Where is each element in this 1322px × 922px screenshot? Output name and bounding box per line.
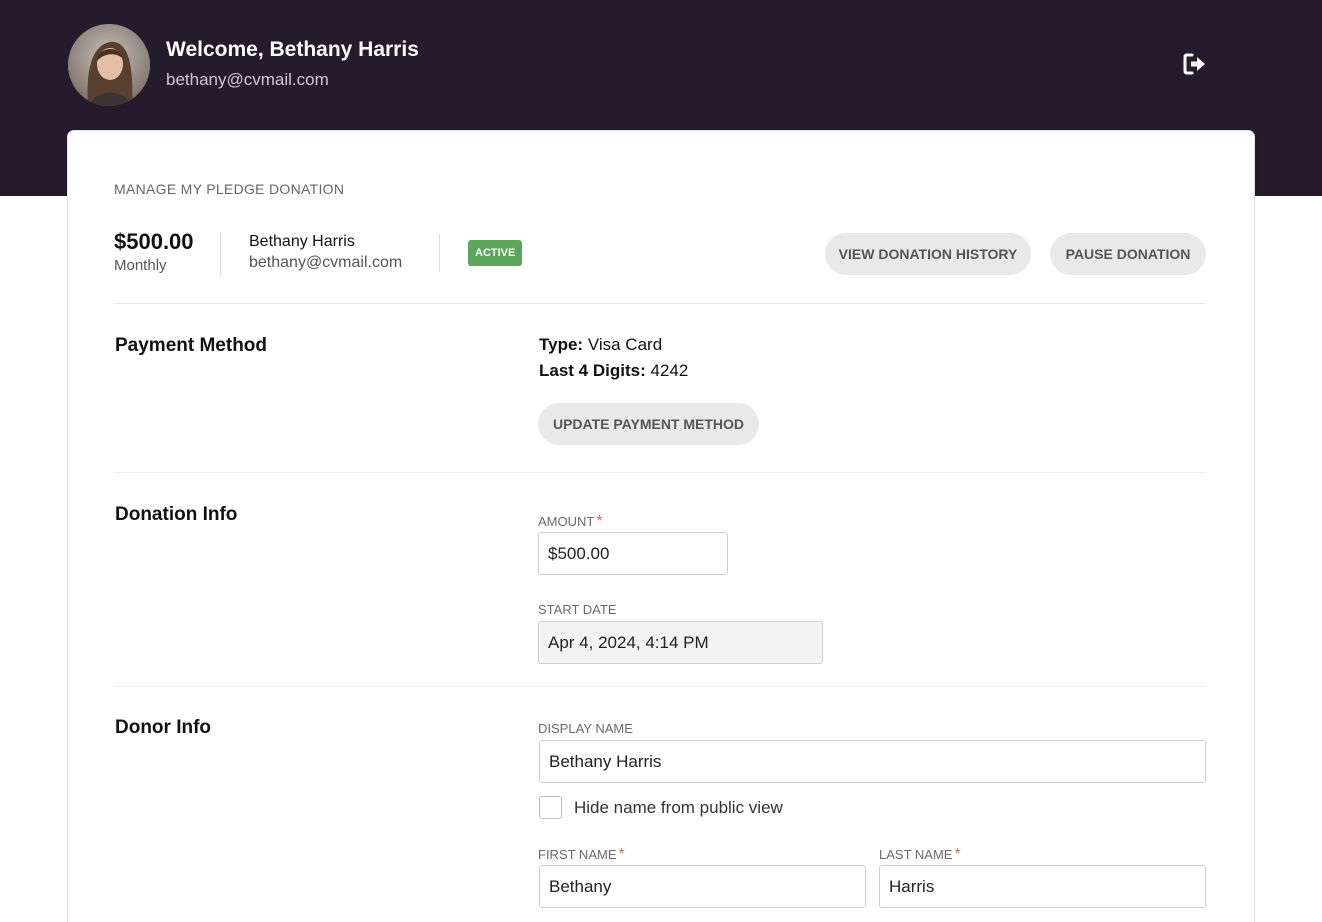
divider <box>114 686 1206 687</box>
pledge-card: MANAGE MY PLEDGE DONATION $500.00 Monthl… <box>68 131 1254 922</box>
pause-donation-button[interactable]: PAUSE DONATION <box>1050 233 1206 275</box>
amount-label: AMOUNT * <box>538 513 603 531</box>
divider <box>114 303 1206 304</box>
donor-name: Bethany Harris <box>249 233 355 250</box>
display-name-label: DISPLAY NAME <box>538 721 633 736</box>
divider <box>439 234 440 272</box>
donation-amount: $500.00 <box>114 229 194 254</box>
donor-email: bethany@cvmail.com <box>249 254 403 271</box>
first-name-label: FIRST NAME * <box>538 846 625 864</box>
hide-name-checkbox[interactable] <box>539 796 562 819</box>
card-digits-label: Last 4 Digits: <box>539 361 646 380</box>
update-payment-method-button[interactable]: UPDATE PAYMENT METHOD <box>538 403 759 445</box>
required-icon: * <box>954 846 961 863</box>
start-date-field: Apr 4, 2024, 4:14 PM <box>538 621 823 664</box>
view-donation-history-button[interactable]: VIEW DONATION HISTORY <box>825 233 1031 275</box>
donation-frequency: Monthly <box>114 257 167 274</box>
status-badge: ACTIVE <box>468 240 523 266</box>
section-title: MANAGE MY PLEDGE DONATION <box>114 181 345 197</box>
card-digits-value: 4242 <box>650 361 689 380</box>
card-type-value: Visa Card <box>587 335 663 354</box>
header-email: bethany@cvmail.com <box>166 70 329 89</box>
avatar <box>68 24 150 106</box>
sign-out-icon[interactable] <box>1182 52 1208 76</box>
last-name-input[interactable]: Harris <box>879 865 1206 908</box>
donation-info-heading: Donation Info <box>115 504 238 525</box>
card-last-digits: Last 4 Digits: 4242 <box>539 361 688 381</box>
card-type-label: Type: <box>539 335 584 354</box>
display-name-input[interactable]: Bethany Harris <box>539 740 1206 783</box>
donor-info-heading: Donor Info <box>115 717 212 738</box>
payment-method-heading: Payment Method <box>115 335 268 356</box>
last-name-label-text: LAST NAME <box>879 847 953 862</box>
amount-label-text: AMOUNT <box>538 514 595 529</box>
required-icon: * <box>596 513 603 530</box>
amount-input[interactable]: $500.00 <box>538 532 728 575</box>
first-name-input[interactable]: Bethany <box>539 865 866 908</box>
start-date-label: START DATE <box>538 602 617 617</box>
hide-name-label[interactable]: Hide name from public view <box>574 798 783 818</box>
divider <box>114 472 1206 473</box>
card-type: Type: Visa Card <box>539 335 662 355</box>
first-name-label-text: FIRST NAME <box>538 847 617 862</box>
last-name-label: LAST NAME * <box>879 846 961 864</box>
required-icon: * <box>618 846 625 863</box>
divider <box>220 232 221 276</box>
welcome-heading: Welcome, Bethany Harris <box>166 38 419 61</box>
